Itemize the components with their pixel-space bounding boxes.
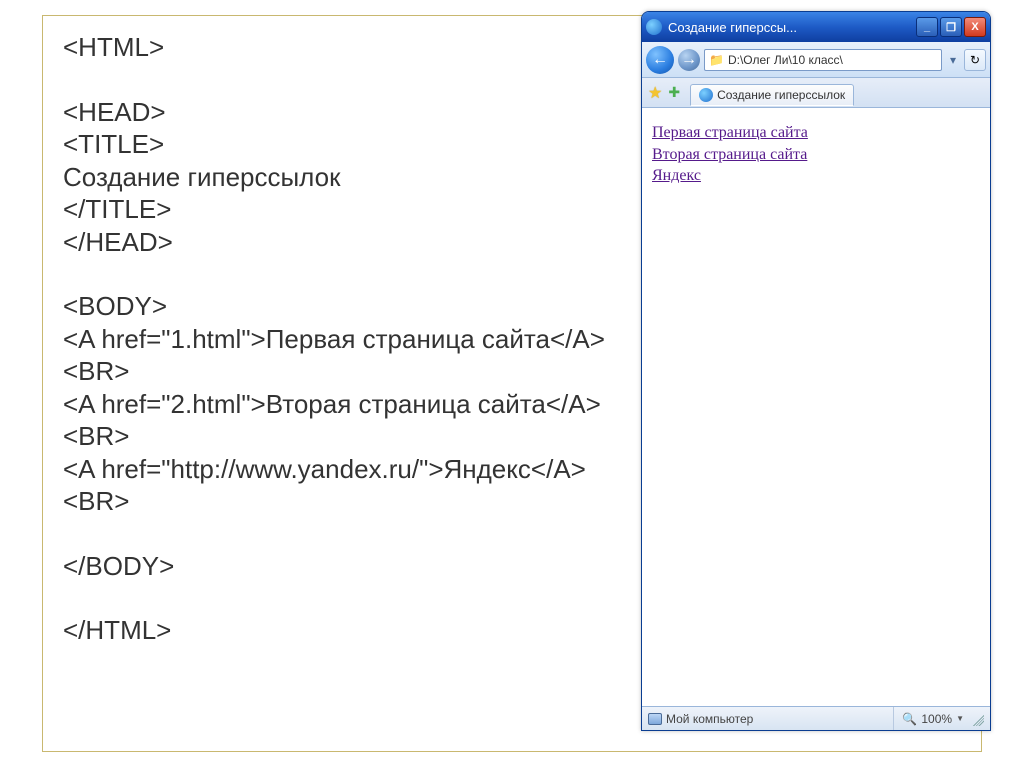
status-text: Мой компьютер bbox=[666, 712, 753, 726]
window-title: Создание гиперссы... bbox=[668, 20, 916, 35]
nav-toolbar: ← → 📁 D:\Олег Ли\10 класс\ ▾ ↻ bbox=[642, 42, 990, 78]
blank-line bbox=[63, 518, 623, 550]
resize-grip-icon[interactable] bbox=[970, 712, 984, 726]
code-line: </HEAD> bbox=[63, 226, 623, 259]
code-line: <TITLE> bbox=[63, 128, 623, 161]
page-content: Первая страница сайта Вторая страница са… bbox=[642, 108, 990, 698]
code-line: Создание гиперссылок bbox=[63, 161, 623, 194]
arrow-left-icon: ← bbox=[652, 51, 668, 69]
code-line: </BODY> bbox=[63, 550, 623, 583]
refresh-button[interactable]: ↻ bbox=[964, 49, 986, 71]
ie-logo-icon bbox=[646, 19, 662, 35]
zoom-value: 100% bbox=[921, 712, 952, 726]
minimize-button[interactable]: _ bbox=[916, 17, 938, 37]
ie-favicon-icon bbox=[699, 88, 713, 102]
slide-frame: <HTML> <HEAD> <TITLE> Создание гиперссыл… bbox=[42, 15, 982, 752]
titlebar[interactable]: Создание гиперссы... _ ❐ X bbox=[642, 12, 990, 42]
zoom-dropdown-icon: ▼ bbox=[956, 714, 964, 723]
window-buttons: _ ❐ X bbox=[916, 17, 986, 37]
ie-window: Создание гиперссы... _ ❐ X ← → 📁 D:\Олег… bbox=[641, 11, 991, 731]
blank-line bbox=[63, 582, 623, 614]
address-bar[interactable]: 📁 D:\Олег Ли\10 класс\ bbox=[704, 49, 942, 71]
favorites-bar: ★ ✚ Создание гиперссылок bbox=[642, 78, 990, 108]
favorites-star-icon[interactable]: ★ bbox=[648, 83, 662, 103]
magnifier-icon: 🔍 bbox=[902, 712, 917, 726]
computer-icon bbox=[648, 713, 662, 725]
code-line: <HTML> bbox=[63, 31, 623, 64]
status-bar: Мой компьютер 🔍 100% ▼ bbox=[642, 706, 990, 730]
close-button[interactable]: X bbox=[964, 17, 986, 37]
code-line: <HEAD> bbox=[63, 96, 623, 129]
code-line: <BODY> bbox=[63, 290, 623, 323]
hyperlink-first-page[interactable]: Первая страница сайта bbox=[652, 122, 980, 144]
refresh-icon: ↻ bbox=[970, 53, 980, 67]
back-button[interactable]: ← bbox=[646, 46, 674, 74]
address-text: D:\Олег Ли\10 класс\ bbox=[728, 53, 843, 67]
code-line: <A href="2.html">Вторая страница сайта</… bbox=[63, 388, 623, 453]
code-line: </TITLE> bbox=[63, 193, 623, 226]
code-line: <A href="http://www.yandex.ru/">Яндекс</… bbox=[63, 453, 623, 518]
hyperlink-yandex[interactable]: Яндекс bbox=[652, 165, 980, 187]
status-zone-label: Мой компьютер bbox=[648, 707, 753, 730]
arrow-right-icon: → bbox=[681, 51, 697, 69]
tab-label: Создание гиперссылок bbox=[717, 88, 845, 102]
code-line: </HTML> bbox=[63, 614, 623, 647]
code-line: <A href="1.html">Первая страница сайта</… bbox=[63, 323, 623, 388]
hyperlink-second-page[interactable]: Вторая страница сайта bbox=[652, 144, 980, 166]
code-listing: <HTML> <HEAD> <TITLE> Создание гиперссыл… bbox=[63, 31, 623, 647]
address-dropdown[interactable]: ▾ bbox=[946, 53, 960, 67]
forward-button[interactable]: → bbox=[678, 49, 700, 71]
add-favorite-icon[interactable]: ✚ bbox=[668, 84, 680, 101]
maximize-button[interactable]: ❐ bbox=[940, 17, 962, 37]
zoom-control[interactable]: 🔍 100% ▼ bbox=[893, 707, 964, 730]
folder-icon: 📁 bbox=[709, 53, 724, 67]
blank-line bbox=[63, 258, 623, 290]
browser-tab[interactable]: Создание гиперссылок bbox=[690, 84, 854, 106]
blank-line bbox=[63, 64, 623, 96]
